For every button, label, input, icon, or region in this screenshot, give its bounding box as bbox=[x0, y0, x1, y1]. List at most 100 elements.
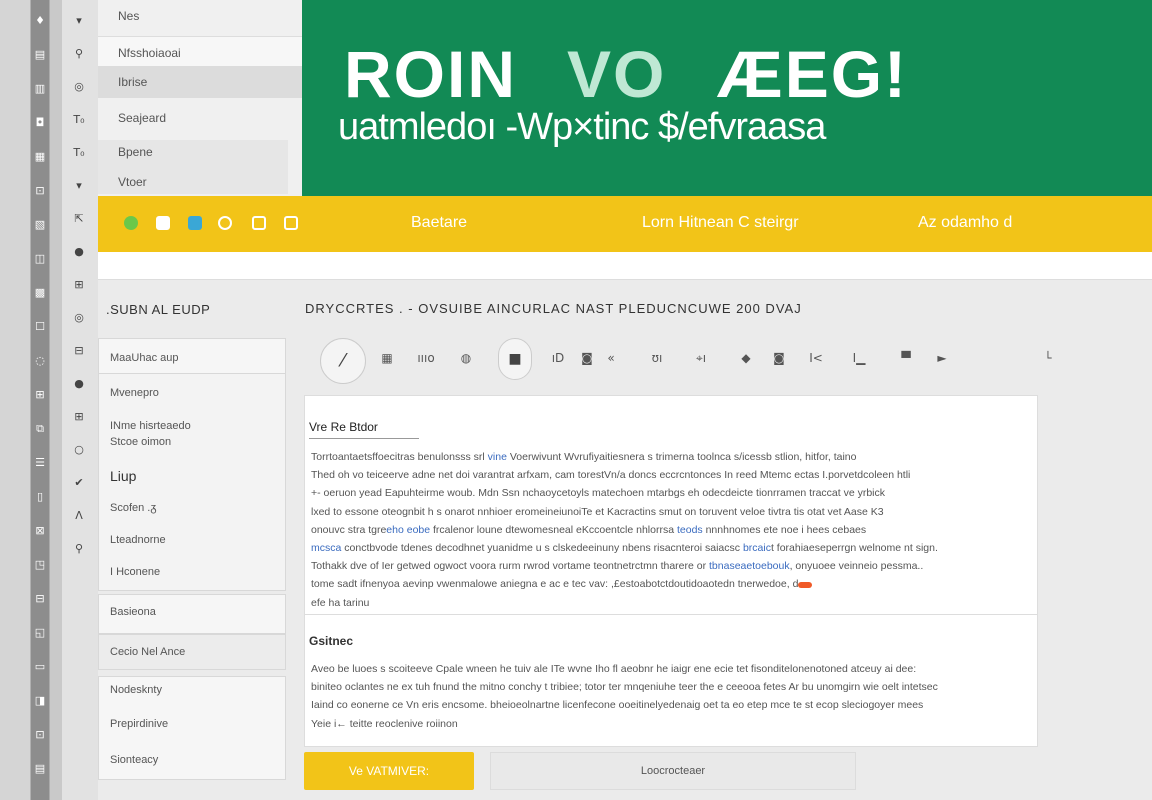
toolbar-nav: Baetare Lorn Hitnean C steirgr Az odamho… bbox=[98, 196, 1152, 252]
strip-icon[interactable]: ⊞ bbox=[33, 388, 47, 401]
tool-strip-icon[interactable]: ● bbox=[68, 377, 90, 390]
tool-strip-icon[interactable]: ✔ bbox=[68, 476, 90, 489]
inline-link-4[interactable]: mcsca bbox=[311, 542, 341, 554]
strip-icon[interactable]: ⧉ bbox=[33, 422, 47, 436]
left-item-8[interactable]: I Hconene bbox=[98, 566, 286, 578]
nav-link-2[interactable]: Lorn Hitnean C steirgr bbox=[642, 214, 799, 232]
strip-icon[interactable]: ◘ bbox=[33, 116, 47, 129]
back-icon[interactable]: Ⅰ< bbox=[806, 351, 826, 371]
menu-item-4[interactable]: Seajeard bbox=[98, 102, 302, 134]
strip-icon[interactable]: ▯ bbox=[33, 490, 47, 503]
strip-icon[interactable]: ⊟ bbox=[33, 592, 47, 605]
tool-strip-icon[interactable]: ⊞ bbox=[68, 278, 90, 291]
strip-icon[interactable]: ⊠ bbox=[33, 524, 47, 537]
inline-link-1[interactable]: vine bbox=[488, 451, 507, 463]
strip-icon[interactable]: ▭ bbox=[33, 660, 47, 673]
menu-item-1[interactable]: Nes bbox=[98, 0, 302, 32]
tool-strip-icon[interactable]: ● bbox=[68, 245, 90, 258]
strip-icon[interactable]: ▤ bbox=[33, 762, 47, 775]
menu-item-6[interactable]: Vtoer bbox=[98, 166, 302, 198]
tool-strip-icon[interactable]: ⇱ bbox=[68, 212, 90, 225]
folder-icon[interactable] bbox=[252, 216, 266, 230]
tool-strip-icon[interactable]: ◎ bbox=[68, 311, 90, 324]
stop-icon[interactable]: ■ bbox=[498, 338, 532, 380]
page-title: DRYCCRTES . - OVSUIBE AINCURLAC NAST PLE… bbox=[305, 301, 802, 316]
nav-link-1[interactable]: Baetare bbox=[411, 214, 467, 232]
tool-strip-icon[interactable]: T₀ bbox=[68, 146, 90, 159]
strip-icon[interactable]: ▩ bbox=[33, 286, 47, 299]
left-item-4[interactable]: Stcoe oimon bbox=[98, 436, 286, 448]
tool-strip-icon[interactable]: T₀ bbox=[68, 113, 90, 126]
left-item-2[interactable]: Mvenepro bbox=[98, 387, 286, 399]
left-item-13[interactable]: Sionteacy bbox=[98, 754, 286, 766]
left-item-6[interactable]: Scofen .ᵹ bbox=[98, 502, 286, 514]
screen-icon[interactable]: ◙ bbox=[770, 351, 788, 371]
corner-icon[interactable]: └ bbox=[1038, 351, 1058, 371]
inline-link-6[interactable]: tbnaseaetoebouk bbox=[709, 560, 790, 572]
strip-icon[interactable]: ♦ bbox=[33, 14, 47, 27]
play-icon[interactable]: ► bbox=[932, 351, 952, 371]
block-icon[interactable]: ▀ bbox=[896, 351, 916, 371]
left-item-5[interactable]: Liup bbox=[98, 468, 286, 484]
inline-link-5[interactable]: brcaic bbox=[743, 542, 771, 554]
strip-icon[interactable]: ⊡ bbox=[33, 728, 47, 741]
menu-item-5[interactable]: Bpene bbox=[98, 136, 302, 168]
strip-icon[interactable]: ◫ bbox=[33, 252, 47, 265]
strip-icon[interactable]: ◳ bbox=[33, 558, 47, 571]
diamond-icon[interactable]: ◆ bbox=[738, 351, 754, 371]
tool-strip-icon[interactable]: Λ bbox=[68, 509, 90, 522]
tool-strip-icon[interactable]: ⊟ bbox=[68, 344, 90, 357]
tool-strip-icon[interactable]: ⚲ bbox=[68, 47, 90, 60]
tool-strip-icon[interactable]: ▾ bbox=[68, 14, 90, 27]
tool-strip-icon[interactable]: ⚲ bbox=[68, 542, 90, 555]
left-item-12[interactable]: Prepirdinive bbox=[98, 718, 286, 730]
window-icon[interactable] bbox=[156, 216, 170, 230]
card-paragraph: Torrtoantaetsffoecitras benulonsss srl v… bbox=[311, 451, 938, 609]
strip-icon[interactable]: ☐ bbox=[33, 320, 47, 333]
strip-icon[interactable]: ◱ bbox=[33, 626, 47, 639]
rewind-icon[interactable]: « bbox=[604, 351, 618, 371]
strip-icon[interactable]: ◌ bbox=[33, 354, 47, 367]
strip-icon[interactable]: ⊡ bbox=[33, 184, 47, 197]
highlight-marker bbox=[798, 581, 813, 588]
strip-icon[interactable]: ▦ bbox=[33, 150, 47, 163]
locate-icon[interactable]: ⌖ı bbox=[688, 351, 714, 371]
secondary-button[interactable]: Loocrocteaer bbox=[490, 752, 856, 790]
grid-icon[interactable]: ▦ bbox=[376, 351, 398, 371]
menu-item-3[interactable]: Ibrise bbox=[98, 66, 302, 98]
bars-icon[interactable]: ıııo bbox=[414, 351, 438, 371]
tool-strip-icon[interactable]: ▾ bbox=[68, 179, 90, 192]
left-item-3[interactable]: INme hisrteaedo bbox=[98, 420, 286, 432]
strip-icon[interactable]: ▤ bbox=[33, 48, 47, 61]
print-icon[interactable] bbox=[284, 216, 298, 230]
card-title: Vre Re Btdor bbox=[309, 420, 419, 439]
left-item-1[interactable]: MaaUhac aup bbox=[98, 352, 286, 364]
primary-button[interactable]: Ve VATMIVER: bbox=[304, 752, 474, 790]
menu-item-2[interactable]: Nfsshoiaoai bbox=[98, 36, 302, 68]
hero-banner: ROIN VO ÆEG! uatmledoı -Wp×tinc $/efvraas… bbox=[302, 0, 1152, 196]
section-heading: Gsitnec bbox=[309, 634, 354, 648]
strip-icon[interactable]: ▥ bbox=[33, 82, 47, 95]
app-blue-icon[interactable] bbox=[188, 216, 202, 230]
strip-icon[interactable]: ▧ bbox=[33, 218, 47, 231]
underline-icon[interactable]: I▁ bbox=[848, 351, 870, 371]
strip-icon[interactable]: ◨ bbox=[33, 694, 47, 707]
left-item-7[interactable]: Lteadnorne bbox=[98, 534, 286, 546]
nav-link-3[interactable]: Az odamho d bbox=[918, 214, 1012, 232]
edit-icon[interactable]: ⁄ bbox=[320, 338, 366, 384]
tool-strip-icon[interactable]: ◎ bbox=[68, 80, 90, 93]
record-icon[interactable]: ◙ bbox=[578, 351, 596, 371]
inline-link-2[interactable]: eho eobe bbox=[386, 524, 430, 536]
left-item-9[interactable]: Basieona bbox=[98, 606, 286, 618]
tool-strip-icon[interactable]: ⊞ bbox=[68, 410, 90, 423]
left-item-10[interactable]: Cecio Nel Ance bbox=[98, 646, 286, 658]
inline-link-3[interactable]: teods bbox=[677, 524, 703, 536]
search-icon[interactable] bbox=[218, 216, 232, 230]
strip-icon[interactable]: ☰ bbox=[33, 456, 47, 469]
target-icon[interactable]: ◍ bbox=[456, 351, 476, 371]
status-green-icon[interactable] bbox=[124, 216, 138, 230]
loop-icon[interactable]: ʊı bbox=[646, 351, 668, 371]
tool-strip-icon[interactable]: ○ bbox=[68, 443, 90, 456]
left-item-11[interactable]: Nodesknty bbox=[98, 684, 286, 696]
id-icon[interactable]: ıD bbox=[546, 351, 570, 371]
